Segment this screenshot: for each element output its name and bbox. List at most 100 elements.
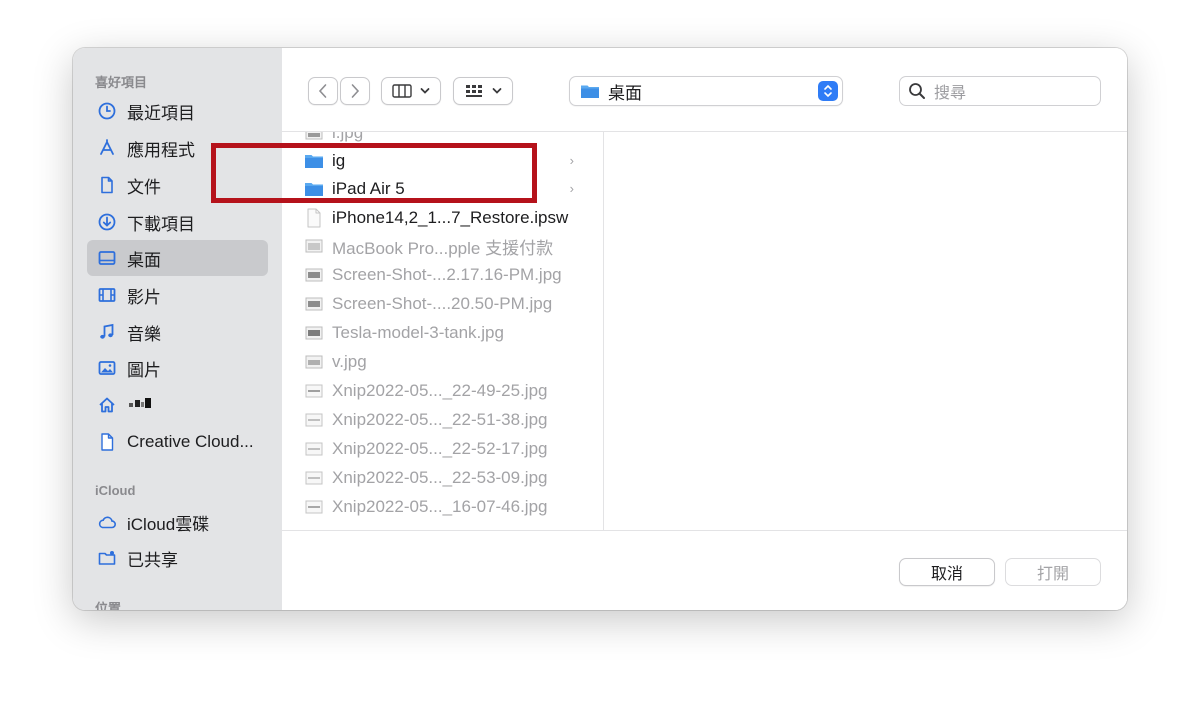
chevron-left-icon (318, 83, 328, 99)
cancel-button[interactable]: 取消 (899, 558, 995, 586)
file-name: i.jpg (332, 132, 364, 142)
image-file-icon (304, 236, 324, 256)
popup-stepper-icon (818, 81, 838, 101)
image-file-icon (304, 381, 324, 401)
sidebar-item-icloud-drive[interactable]: iCloud雲碟 (87, 504, 268, 540)
open-button[interactable]: 打開 (1005, 558, 1101, 586)
file-name: MacBook Pro...pple 支援付款 (332, 238, 554, 258)
file-row-folder[interactable]: iPad Air 5 › (304, 175, 594, 203)
file-row[interactable]: Screen-Shot-....20.50-PM.jpg (304, 290, 594, 318)
applications-icon (97, 138, 117, 158)
image-file-icon (304, 132, 324, 143)
shared-folder-icon (97, 548, 117, 568)
file-row[interactable]: Xnip2022-05..._22-52-17.jpg (304, 435, 594, 463)
download-icon (97, 212, 117, 232)
file-row[interactable]: v.jpg (304, 348, 594, 376)
image-file-icon (304, 265, 324, 285)
image-file-icon (304, 323, 324, 343)
image-file-icon (304, 497, 324, 517)
chevron-right-icon: › (569, 181, 574, 196)
sidebar-item-home[interactable] (87, 387, 268, 423)
sidebar-item-label: Creative Cloud... (127, 432, 254, 451)
file-icon (97, 432, 117, 452)
cloud-icon (97, 512, 117, 532)
file-name: Xnip2022-05..._22-51-38.jpg (332, 410, 548, 429)
search-field[interactable]: 搜尋 (899, 76, 1101, 106)
preview-column (605, 132, 1127, 530)
folder-icon (304, 151, 324, 171)
file-name: Screen-Shot-....20.50-PM.jpg (332, 294, 553, 313)
sidebar-section-icloud: iCloud (95, 483, 136, 498)
bottom-bar: 取消 打開 (282, 530, 1127, 610)
sidebar: 喜好項目 最近項目 應用程式 文件 下載項目 桌面 影片 音樂 圖片 Creat… (73, 48, 282, 610)
folder-icon (580, 83, 600, 99)
file-row-ipsw[interactable]: iPhone14,2_1...7_Restore.ipsw (304, 204, 594, 232)
file-row[interactable]: Screen-Shot-...2.17.16-PM.jpg (304, 261, 594, 289)
view-mode-button[interactable] (381, 77, 441, 105)
location-label: 桌面 (608, 83, 642, 103)
home-icon (97, 395, 117, 415)
sidebar-item-creative-cloud[interactable]: Creative Cloud... (87, 424, 268, 460)
chevron-down-icon (492, 87, 502, 95)
sidebar-item-recents[interactable]: 最近項目 (87, 93, 268, 129)
main-area: 桌面 搜尋 i.jpg ig › iPad Air 5 › iPhone14,2… (282, 48, 1127, 610)
search-icon (908, 82, 926, 100)
forward-button[interactable] (340, 77, 370, 105)
sidebar-item-documents[interactable]: 文件 (87, 167, 268, 203)
chevron-right-icon: › (569, 153, 574, 168)
sidebar-item-label: 最近項目 (127, 103, 195, 123)
file-name: Xnip2022-05..._22-49-25.jpg (332, 381, 548, 400)
redacted-username (129, 398, 151, 408)
file-name: Screen-Shot-...2.17.16-PM.jpg (332, 265, 562, 284)
sidebar-item-label: 影片 (127, 287, 161, 307)
sidebar-item-label: iCloud雲碟 (127, 514, 210, 534)
file-name: iPad Air 5 (332, 179, 405, 198)
file-name: Xnip2022-05..._22-53-09.jpg (332, 468, 548, 487)
sidebar-item-shared[interactable]: 已共享 (87, 540, 268, 576)
back-button[interactable] (308, 77, 338, 105)
file-name: v.jpg (332, 352, 367, 371)
file-row-folder[interactable]: ig › (304, 147, 594, 175)
group-button[interactable] (453, 77, 513, 105)
image-file-icon (304, 468, 324, 488)
file-row[interactable]: MacBook Pro...pple 支援付款 (304, 232, 594, 260)
sidebar-item-music[interactable]: 音樂 (87, 314, 268, 350)
sidebar-item-label: 圖片 (127, 360, 161, 380)
file-name: Xnip2022-05..._16-07-46.jpg (332, 497, 548, 516)
image-file-icon (304, 352, 324, 372)
grid-icon (464, 84, 484, 98)
file-column: i.jpg ig › iPad Air 5 › iPhone14,2_1...7… (282, 132, 604, 530)
sidebar-item-pictures[interactable]: 圖片 (87, 350, 268, 386)
file-name: ig (332, 151, 346, 170)
sidebar-item-label: 已共享 (127, 550, 178, 570)
film-icon (97, 285, 117, 305)
file-row[interactable]: Tesla-model-3-tank.jpg (304, 319, 594, 347)
sidebar-item-desktop[interactable]: 桌面 (87, 240, 268, 276)
file-row[interactable]: Xnip2022-05..._22-49-25.jpg (304, 377, 594, 405)
clock-icon (97, 101, 117, 121)
sidebar-item-label: 文件 (127, 177, 161, 197)
search-placeholder: 搜尋 (934, 85, 967, 102)
file-row[interactable]: Xnip2022-05..._16-07-46.jpg (304, 493, 594, 521)
columns-icon (392, 84, 412, 98)
photo-icon (97, 358, 117, 378)
open-file-dialog: 喜好項目 最近項目 應用程式 文件 下載項目 桌面 影片 音樂 圖片 Creat… (73, 48, 1127, 610)
sidebar-item-movies[interactable]: 影片 (87, 277, 268, 313)
sidebar-item-label: 桌面 (127, 250, 161, 270)
file-row[interactable]: Xnip2022-05..._22-51-38.jpg (304, 406, 594, 434)
sidebar-item-label: 音樂 (127, 324, 161, 344)
file-row[interactable]: Xnip2022-05..._22-53-09.jpg (304, 464, 594, 492)
music-icon (97, 322, 117, 342)
file-row[interactable]: i.jpg (304, 132, 594, 147)
image-file-icon (304, 294, 324, 314)
file-name: Tesla-model-3-tank.jpg (332, 323, 504, 342)
desktop-icon (97, 248, 117, 268)
sidebar-item-applications[interactable]: 應用程式 (87, 130, 268, 166)
document-icon (304, 208, 324, 228)
sidebar-item-downloads[interactable]: 下載項目 (87, 204, 268, 240)
sidebar-section-favorites: 喜好項目 (95, 75, 148, 90)
location-popup[interactable]: 桌面 (569, 76, 843, 106)
file-name: Xnip2022-05..._22-52-17.jpg (332, 439, 548, 458)
folder-icon (304, 179, 324, 199)
sidebar-item-label: 應用程式 (127, 140, 195, 160)
